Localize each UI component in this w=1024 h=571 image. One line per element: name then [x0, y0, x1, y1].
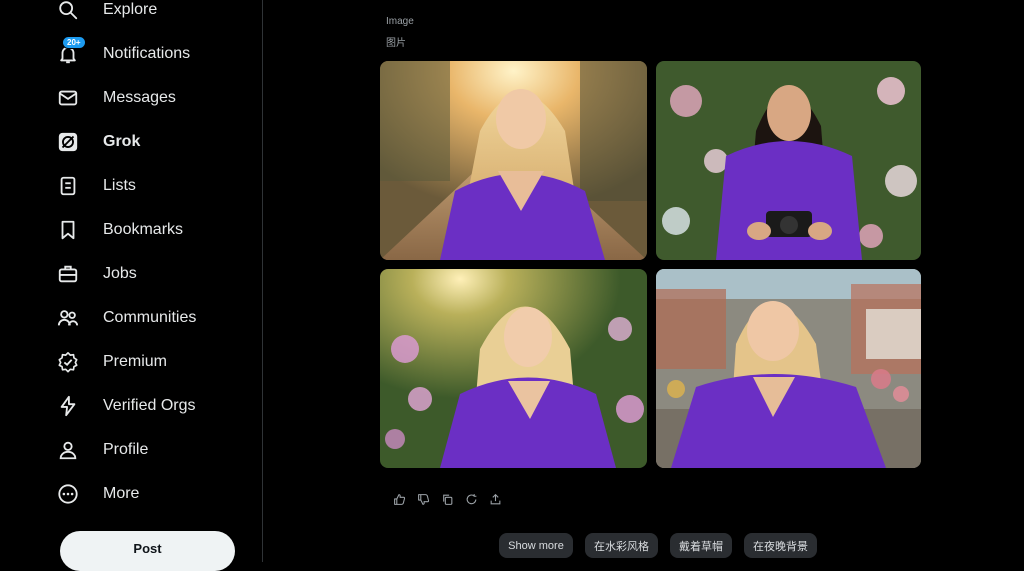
- sidebar-item-notifications[interactable]: 20+ Notifications: [56, 36, 190, 72]
- copy-icon[interactable]: [440, 492, 454, 506]
- sidebar-item-profile[interactable]: Profile: [56, 432, 148, 468]
- sidebar-item-label: Communities: [103, 309, 197, 326]
- sidebar-item-label: Bookmarks: [103, 221, 184, 238]
- suggestion-watercolor-style[interactable]: 在水彩风格: [585, 533, 658, 558]
- thumbs-up-icon[interactable]: [392, 492, 406, 506]
- sidebar-divider: [262, 0, 263, 562]
- more-circle-icon: [56, 482, 80, 506]
- sidebar-item-label: Jobs: [103, 265, 137, 282]
- grok-icon: [56, 130, 80, 154]
- sidebar-item-more[interactable]: More: [56, 476, 139, 512]
- post-button[interactable]: Post: [60, 531, 235, 571]
- person-icon: [56, 438, 80, 462]
- thumbs-down-icon[interactable]: [416, 492, 430, 506]
- sidebar-item-bookmarks[interactable]: Bookmarks: [56, 212, 183, 248]
- sidebar-item-label: Notifications: [103, 45, 191, 62]
- image-label-en: Image: [386, 16, 414, 27]
- image-3-illustration: [380, 269, 647, 468]
- sidebar-item-verified-orgs[interactable]: Verified Orgs: [56, 388, 195, 424]
- suggestion-night-background[interactable]: 在夜晚背景: [744, 533, 817, 558]
- sidebar-item-label: Grok: [103, 133, 141, 150]
- post-button-label: Post: [133, 541, 162, 556]
- response-actions: [392, 492, 502, 506]
- generated-image-4[interactable]: [656, 269, 921, 468]
- sidebar-item-label: More: [103, 485, 140, 502]
- image-1-illustration: [380, 61, 647, 260]
- notification-count-badge: 20+: [62, 36, 86, 49]
- share-icon[interactable]: [488, 492, 502, 506]
- suggestion-straw-hat[interactable]: 戴着草帽: [670, 533, 732, 558]
- regenerate-icon[interactable]: [464, 492, 478, 506]
- generated-image-2[interactable]: [656, 61, 921, 260]
- sidebar-item-label: Explore: [103, 1, 158, 18]
- verified-badge-icon: [56, 350, 80, 374]
- sidebar-item-label: Verified Orgs: [103, 397, 196, 414]
- image-2-illustration: [656, 61, 921, 260]
- briefcase-icon: [56, 262, 80, 286]
- sidebar-item-label: Lists: [103, 177, 136, 194]
- generated-image-3[interactable]: [380, 269, 647, 468]
- suggestion-show-more[interactable]: Show more: [499, 533, 573, 558]
- envelope-icon: [56, 86, 80, 110]
- sidebar-item-jobs[interactable]: Jobs: [56, 256, 137, 292]
- bell-icon: 20+: [56, 36, 86, 66]
- sidebar-item-label: Premium: [103, 353, 168, 370]
- sidebar-item-grok[interactable]: Grok: [56, 124, 140, 160]
- people-icon: [56, 306, 80, 330]
- sidebar-item-premium[interactable]: Premium: [56, 344, 167, 380]
- bookmark-icon: [56, 218, 80, 242]
- generated-image-1[interactable]: [380, 61, 647, 260]
- sidebar-item-label: Profile: [103, 441, 149, 458]
- search-icon: [56, 0, 80, 22]
- sidebar: Explore 20+ Notifications Messages Grok …: [0, 0, 262, 571]
- image-label-zh: 图片: [386, 38, 406, 49]
- image-4-illustration: [656, 269, 921, 468]
- sidebar-item-label: Messages: [103, 89, 176, 106]
- sidebar-item-lists[interactable]: Lists: [56, 168, 136, 204]
- lightning-icon: [56, 394, 80, 418]
- sidebar-item-messages[interactable]: Messages: [56, 80, 176, 116]
- sidebar-item-explore[interactable]: Explore: [56, 0, 157, 28]
- list-icon: [56, 174, 80, 198]
- sidebar-item-communities[interactable]: Communities: [56, 300, 196, 336]
